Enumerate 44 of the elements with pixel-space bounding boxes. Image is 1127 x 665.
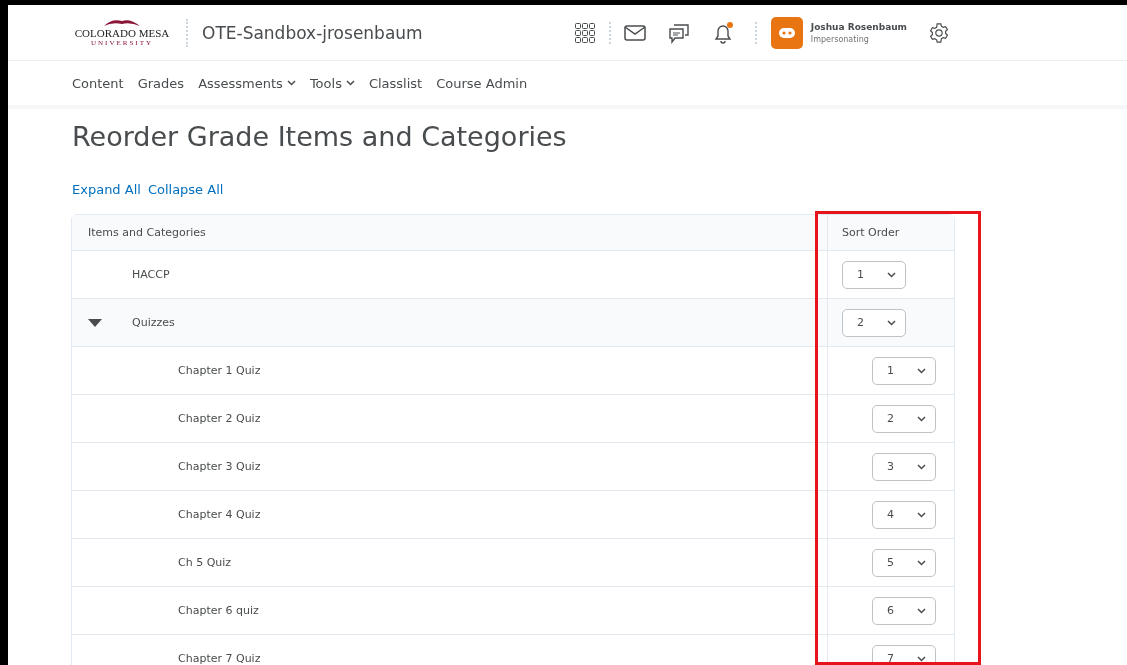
column-header: Sort Order: [827, 215, 954, 251]
nav-link[interactable]: Assessments: [198, 75, 296, 91]
grade-item-name: Chapter 7 Quiz: [178, 652, 261, 665]
sort-order-select[interactable]: 1: [872, 356, 936, 385]
grade-item-name: Chapter 6 quiz: [178, 604, 259, 617]
caret-icon: [917, 511, 926, 518]
nav-link[interactable]: Classlist: [368, 75, 423, 91]
sort-order-select[interactable]: 4: [872, 500, 936, 529]
toggle-link[interactable]: Expand All: [72, 182, 141, 197]
sort-order-select[interactable]: 1: [842, 260, 906, 289]
caret-icon: [917, 559, 926, 566]
caret-icon: [286, 80, 296, 86]
expanded-triangle-icon[interactable]: [88, 318, 102, 327]
sort-order-select[interactable]: 3: [872, 452, 936, 481]
user-role: Impersonating: [810, 34, 870, 44]
grade-item-name: Chapter 4 Quiz: [178, 508, 261, 521]
page-title: Reorder Grade Items and Categories: [72, 121, 568, 152]
nav-link[interactable]: Content: [72, 75, 124, 91]
caret-icon: [345, 80, 355, 86]
course-title[interactable]: OTE-Sandbox-jrosenbaum: [202, 22, 423, 43]
grade-item-name: Ch 5 Quiz: [178, 556, 232, 569]
grade-item-name: HACCP: [132, 268, 170, 281]
sort-order-select[interactable]: 5: [872, 548, 936, 577]
caret-icon: [887, 271, 896, 278]
toggle-link[interactable]: Collapse All: [147, 182, 224, 197]
caret-icon: [917, 607, 926, 614]
nav-link[interactable]: Tools: [309, 75, 355, 91]
caret-icon: [917, 463, 926, 470]
sort-order-select[interactable]: 6: [872, 596, 936, 625]
mask-avatar-icon[interactable]: [770, 16, 803, 49]
grade-item-name: Chapter 2 Quiz: [178, 412, 261, 425]
user-name[interactable]: Joshua Rosenbaum: [810, 21, 907, 32]
sort-order-select[interactable]: 2: [872, 404, 936, 433]
grade-item-name: Chapter 1 Quiz: [178, 364, 261, 377]
category-name: Quizzes: [132, 316, 175, 329]
nav-link[interactable]: Course Admin: [436, 75, 528, 91]
caret-icon: [917, 367, 926, 374]
column-header: Items and Categories: [72, 215, 827, 251]
grade-item-name: Chapter 3 Quiz: [178, 460, 261, 473]
caret-icon: [917, 655, 926, 662]
sort-order-select[interactable]: 2: [842, 308, 906, 337]
caret-icon: [917, 415, 926, 422]
caret-icon: [887, 319, 896, 326]
nav-link[interactable]: Grades: [137, 75, 185, 91]
